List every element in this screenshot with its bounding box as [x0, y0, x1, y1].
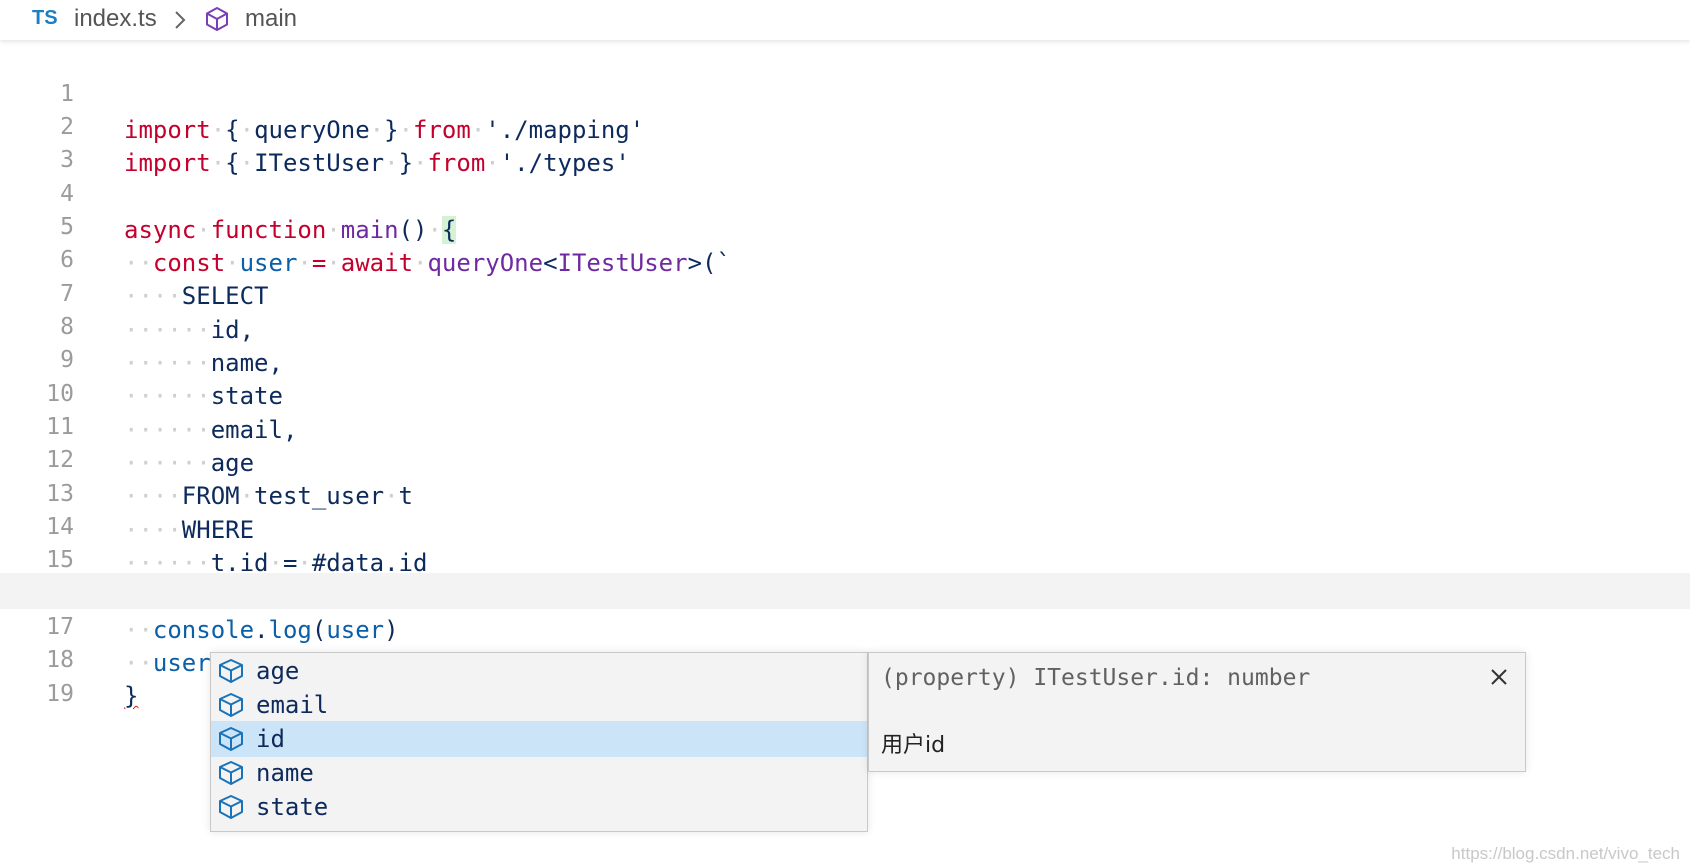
autocomplete-suggest-list[interactable]: age email id name state: [210, 652, 868, 832]
code-line[interactable]: 6 ····SELECT: [0, 206, 1690, 310]
close-icon[interactable]: [1485, 663, 1513, 691]
code-line[interactable]: 12 ····FROM·test_user·t: [0, 406, 1690, 510]
details-signature: (property) ITestUser.id: number: [881, 665, 1311, 691]
code-line[interactable]: 18 }: [0, 606, 1690, 710]
breadcrumb-file[interactable]: index.ts: [74, 5, 157, 33]
code-line[interactable]: 16 ··console.log(user): [0, 540, 1690, 644]
code-line[interactable]: 5 ··const·user·=·await·queryOne<ITestUse…: [0, 173, 1690, 277]
breadcrumb-symbol[interactable]: main: [245, 5, 297, 33]
line-number: 19: [46, 681, 74, 707]
code-line[interactable]: 14 ······t.id·=·#data.id: [0, 473, 1690, 577]
suggest-item-age[interactable]: age: [211, 653, 867, 689]
code-line-current[interactable]: 17 ··user.: [0, 573, 1690, 677]
code-line[interactable]: 7 ······id,: [0, 240, 1690, 344]
code-line[interactable]: 8 ······name,: [0, 273, 1690, 377]
property-cube-icon: [217, 794, 245, 830]
suggest-item-state[interactable]: state: [211, 789, 867, 825]
code-line[interactable]: 4 async·function·main()·{: [0, 140, 1690, 244]
code-line[interactable]: 3: [0, 106, 1690, 173]
suggest-item-email[interactable]: email: [211, 687, 867, 723]
code-line[interactable]: 13 ····WHERE: [0, 440, 1690, 544]
error-squiggle: }: [124, 682, 139, 710]
code-line[interactable]: 11 ······age: [0, 373, 1690, 477]
code-line[interactable]: 9 ······state: [0, 306, 1690, 410]
chevron-right-icon: [172, 8, 188, 36]
watermark: https://blog.csdn.net/vivo_tech: [1451, 844, 1680, 863]
suggest-item-name[interactable]: name: [211, 755, 867, 791]
code-line[interactable]: 15 ··`): [0, 506, 1690, 610]
suggest-item-id-selected[interactable]: id: [211, 721, 867, 757]
cube-icon: [203, 5, 231, 37]
details-documentation: 用户id: [881, 733, 946, 758]
code-line[interactable]: 10 ······email,: [0, 340, 1690, 444]
breadcrumb: TS index.ts main: [0, 0, 1690, 40]
code-line[interactable]: 2 import·{·ITestUser·}·from·'./types': [0, 73, 1690, 177]
suggest-details-panel: (property) ITestUser.id: number 用户id: [868, 652, 1526, 772]
typescript-file-icon: TS: [32, 7, 58, 29]
code-line[interactable]: 1 import·{·queryOne·}·from·'./mapping': [0, 40, 1690, 144]
